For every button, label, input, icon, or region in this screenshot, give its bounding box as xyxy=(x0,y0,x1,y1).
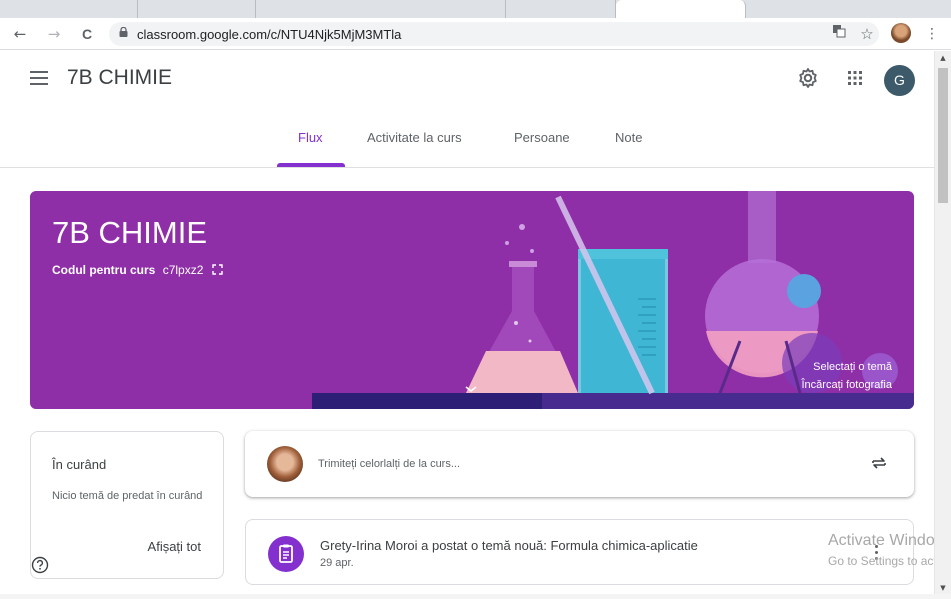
classroom-header: 7B CHIMIE G Flux Activitate la curs Pers… xyxy=(0,51,934,168)
class-code-label: Codul pentru curs xyxy=(52,263,156,277)
composer-placeholder[interactable]: Trimiteți celorlalți de la curs... xyxy=(318,458,460,470)
repost-icon[interactable] xyxy=(870,454,888,472)
scroll-up-arrow-icon[interactable]: ▲ xyxy=(939,54,947,62)
browser-tab[interactable] xyxy=(0,0,138,18)
class-code: Codul pentru curs c7lpxz2 xyxy=(52,263,223,277)
active-tab-indicator xyxy=(277,163,345,167)
watermark-line2: Go to Settings to act xyxy=(828,554,937,568)
assignment-icon xyxy=(268,536,304,572)
stream-item[interactable]: Grety-Irina Moroi a postat o temă nouă: … xyxy=(245,519,914,585)
reload-button[interactable]: C xyxy=(77,24,97,44)
browser-tab-strip xyxy=(0,0,951,18)
class-title[interactable]: 7B CHIMIE xyxy=(67,66,172,90)
main-menu-icon[interactable] xyxy=(30,71,48,85)
page-scrollbar[interactable]: ▲ ▼ xyxy=(934,51,951,599)
scrollbar-thumb[interactable] xyxy=(938,68,948,203)
view-all-link[interactable]: Afișați tot xyxy=(148,539,201,554)
upcoming-title: În curând xyxy=(52,457,107,472)
tab-people[interactable]: Persoane xyxy=(514,130,570,145)
upload-photo-link[interactable]: Încărcați fotografia xyxy=(802,379,893,391)
watermark-line1: Activate Windo xyxy=(828,532,935,549)
address-bar[interactable]: classroom.google.com/c/NTU4Njk5MjM3MTla xyxy=(109,22,879,46)
select-theme-link[interactable]: Selectați o temă xyxy=(813,361,892,373)
lock-icon xyxy=(119,27,128,37)
tab-grades[interactable]: Note xyxy=(615,130,642,145)
browser-profile-avatar[interactable] xyxy=(891,23,911,43)
url-text: classroom.google.com/c/NTU4Njk5MjM3MTla xyxy=(137,27,402,42)
stream-item-title[interactable]: Grety-Irina Moroi a postat o temă nouă: … xyxy=(320,538,698,553)
account-avatar[interactable]: G xyxy=(884,65,915,96)
upcoming-card: În curând Nicio temă de predat în curând… xyxy=(30,431,224,579)
bottom-edge xyxy=(0,594,951,599)
browser-tab[interactable] xyxy=(138,0,256,18)
apps-grid-icon[interactable] xyxy=(843,66,867,90)
windows-activation-watermark: Activate Windo Go to Settings to act xyxy=(828,530,937,572)
fullscreen-icon[interactable] xyxy=(212,264,223,275)
browser-tab-active[interactable] xyxy=(616,0,746,18)
browser-toolbar: ← → C classroom.google.com/c/NTU4Njk5MjM… xyxy=(0,18,951,50)
user-avatar xyxy=(267,446,303,482)
browser-tab[interactable] xyxy=(256,0,506,18)
announcement-composer[interactable]: Trimiteți celorlalți de la curs... xyxy=(245,431,914,497)
browser-tab[interactable] xyxy=(506,0,616,18)
class-code-value: c7lpxz2 xyxy=(162,263,204,277)
settings-gear-icon[interactable] xyxy=(796,66,820,90)
class-banner: 7B CHIMIE Codul pentru curs c7lpxz2 Sele… xyxy=(30,191,914,409)
translate-icon[interactable] xyxy=(829,24,849,44)
scroll-down-arrow-icon[interactable]: ▼ xyxy=(939,584,947,592)
back-button[interactable]: ← xyxy=(10,24,30,44)
help-icon[interactable] xyxy=(31,556,49,574)
tab-classwork[interactable]: Activitate la curs xyxy=(367,130,462,145)
bookmark-star-icon[interactable]: ☆ xyxy=(857,24,877,44)
upcoming-empty-text: Nicio temă de predat în curând xyxy=(52,490,203,502)
tab-stream[interactable]: Flux xyxy=(298,130,323,145)
banner-class-title: 7B CHIMIE xyxy=(52,215,208,250)
browser-menu-icon[interactable]: ⋮ xyxy=(922,24,942,44)
stream-item-date: 29 apr. xyxy=(320,557,354,569)
forward-button[interactable]: → xyxy=(44,24,64,44)
